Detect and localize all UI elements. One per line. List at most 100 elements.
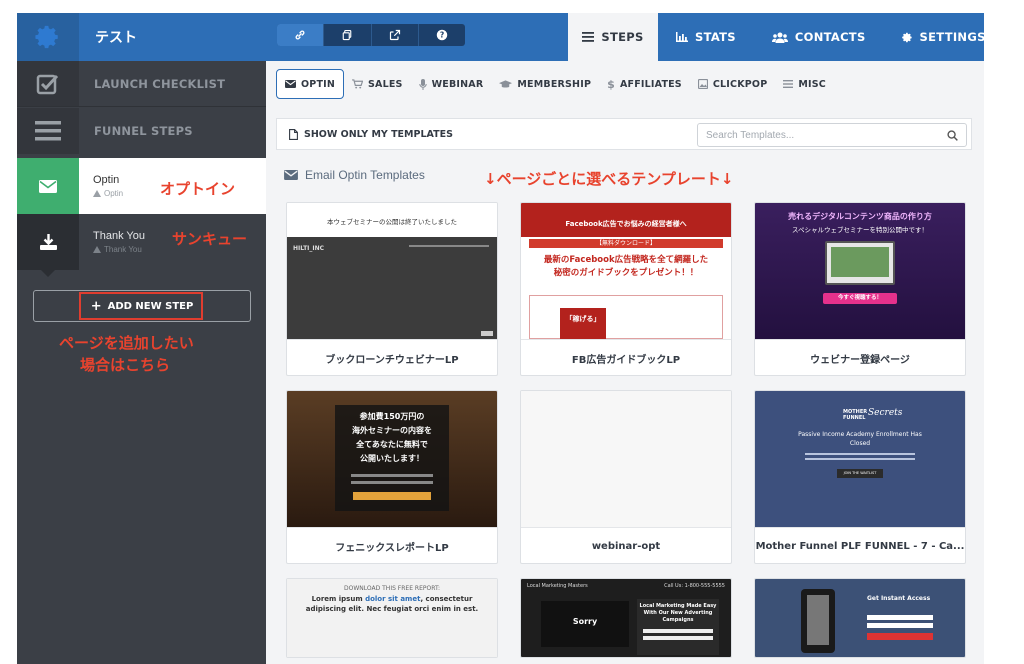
thumb-cta: JOIN THE WAITLIST xyxy=(837,469,883,478)
subtab-clickpop[interactable]: CLICKPOP xyxy=(690,69,776,99)
step-name: Optin xyxy=(93,174,120,186)
tab-stats-label: STATS xyxy=(695,30,736,44)
thumb-text: FUNNEL xyxy=(843,415,866,421)
thumb-text: 参加費150万円の xyxy=(359,412,425,421)
thumb-text: With Our New Adverting xyxy=(643,610,713,616)
thumb-text: スペシャルウェブセミナーを特別公開中です！ xyxy=(791,226,929,234)
thumb-line xyxy=(351,481,433,484)
thumb-text: Facebook広告でお悩みの経営者様へ xyxy=(565,220,687,228)
funnel-tools-group: ? xyxy=(277,24,465,46)
thumb-text: 最新のFacebook広告戦略を全て網羅した xyxy=(543,255,709,265)
microphone-icon xyxy=(418,78,427,90)
thumb-banner: Facebook広告でお悩みの経営者様へ xyxy=(521,203,731,237)
thumb-text: adipiscing elit. Nec feugiat orci enim i… xyxy=(305,605,479,613)
template-card[interactable]: Local Marketing Masters Call Us: 1-800-5… xyxy=(520,578,732,658)
thumb-text: DOWNLOAD THIS FREE REPORT: xyxy=(344,585,440,592)
link-button[interactable] xyxy=(277,24,325,46)
thumb-text: 全てあなたに無料で xyxy=(356,440,428,449)
search-icon[interactable] xyxy=(947,130,958,141)
thumb-line xyxy=(351,474,433,477)
sidebar-item-launch-checklist[interactable]: LAUNCH CHECKLIST xyxy=(17,61,266,107)
svg-text:?: ? xyxy=(440,31,444,40)
copy-button[interactable] xyxy=(324,24,372,46)
step-text: Thank You Thank You xyxy=(79,230,145,254)
subtab-label: SALES xyxy=(368,78,403,90)
step-icon-cell xyxy=(17,158,79,214)
thumb-video-area: HILTI_INC xyxy=(287,237,497,339)
subtab-affiliates[interactable]: $ AFFILIATES xyxy=(599,69,690,99)
template-card[interactable]: MOTHER FUNNEL Secrets Passive Income Aca… xyxy=(754,390,966,564)
show-only-my-templates-toggle[interactable]: SHOW ONLY MY TEMPLATES xyxy=(289,129,453,140)
annotation-optin: オプトイン xyxy=(160,180,236,198)
thumb-text: Campaigns xyxy=(662,617,694,623)
sidebar-item-label: LAUNCH CHECKLIST xyxy=(94,76,226,91)
sidebar-item-label: FUNNEL STEPS xyxy=(94,124,193,138)
sidebar-icon-cell xyxy=(17,61,79,106)
app-window: テスト ? STEPS STATS CONTACTS SETTINGS LAUN… xyxy=(17,13,984,664)
thumb-text: Lorem ipsum dolor sit amet, consectetur xyxy=(287,595,497,603)
search-box xyxy=(697,123,967,147)
template-card[interactable]: Get Instant Access xyxy=(754,578,966,658)
copy-icon xyxy=(343,29,352,41)
checkbox-icon xyxy=(36,74,59,94)
template-card[interactable]: 参加費150万円の 海外セミナーの内容を 全てあなたに無料で 公開いたします！ … xyxy=(286,390,498,564)
subtab-optin[interactable]: OPTIN xyxy=(276,69,345,99)
thumb-field xyxy=(643,636,713,640)
thumb-text: Lorem ipsum xyxy=(311,595,366,603)
template-card[interactable]: DOWNLOAD THIS FREE REPORT: Lorem ipsum d… xyxy=(286,578,498,658)
thumb-text: 売れるデジタルコンテンツ商品の作り方 xyxy=(788,212,932,221)
template-card[interactable]: webinar-opt xyxy=(520,390,732,564)
help-icon: ? xyxy=(436,29,448,41)
thumb-text: 【無料ダウンロード】 xyxy=(595,240,656,247)
template-card[interactable]: 本ウェブセミナーの公開は終了いたしました HILTI_INC ブックローンチウェ… xyxy=(286,202,498,376)
search-input[interactable] xyxy=(706,129,936,141)
sidebar-item-funnel-steps[interactable]: FUNNEL STEPS xyxy=(17,108,266,154)
download-icon xyxy=(39,234,57,250)
tab-settings[interactable]: SETTINGS xyxy=(884,13,984,61)
tab-stats[interactable]: STATS xyxy=(658,13,754,61)
thumb-text: 秘密のガイドブックをプレゼント！！ xyxy=(553,268,699,278)
tab-settings-label: SETTINGS xyxy=(919,30,984,44)
subtab-membership[interactable]: MEMBERSHIP xyxy=(491,69,599,99)
tab-steps-label: STEPS xyxy=(601,30,644,44)
template-thumbnail: 売れるデジタルコンテンツ商品の作り方 スペシャルウェブセミナーを特別公開中です！… xyxy=(755,203,965,339)
thumb-text: 今すぐ視聴する！ xyxy=(837,295,882,301)
annotation-highlight-box xyxy=(79,292,203,320)
subtab-label: AFFILIATES xyxy=(619,78,682,90)
step-connector-arrow xyxy=(41,270,55,277)
template-card-label: ウェビナー登録ページ xyxy=(755,339,965,375)
step-subtitle: Thank You xyxy=(93,245,145,254)
file-icon xyxy=(289,128,298,140)
template-thumbnail xyxy=(521,391,731,527)
section-title: Email Optin Templates xyxy=(284,168,425,182)
template-category-tabs: OPTIN SALES WEBINAR MEMBERSHIP $ AFFILIA… xyxy=(276,69,834,99)
funnel-title: テスト xyxy=(95,30,137,46)
template-thumbnail: MOTHER FUNNEL Secrets Passive Income Aca… xyxy=(755,391,965,527)
annotation-templates-note: ↓ページごとに選べるテンプレート↓ xyxy=(484,170,734,188)
subtab-sales[interactable]: SALES xyxy=(344,69,411,99)
thumb-text: , consectetur xyxy=(420,595,473,603)
subtab-misc[interactable]: MISC xyxy=(775,69,834,99)
help-button[interactable]: ? xyxy=(419,24,465,46)
template-thumbnail: Facebook広告でお悩みの経営者様へ 【無料ダウンロード】 最新のFaceb… xyxy=(521,203,731,339)
cart-icon xyxy=(352,79,364,89)
thumb-badge xyxy=(481,331,493,336)
template-card-label: フェニックスレポートLP xyxy=(287,527,497,563)
tab-contacts[interactable]: CONTACTS xyxy=(754,13,884,61)
template-card[interactable]: 売れるデジタルコンテンツ商品の作り方 スペシャルウェブセミナーを特別公開中です！… xyxy=(754,202,966,376)
template-card[interactable]: Facebook広告でお悩みの経営者様へ 【無料ダウンロード】 最新のFaceb… xyxy=(520,202,732,376)
step-sub-label: Optin xyxy=(104,189,124,198)
bar-chart-icon xyxy=(676,32,688,42)
tab-steps[interactable]: STEPS xyxy=(568,13,658,61)
annotation-thanks: サンキュー xyxy=(172,230,248,248)
open-external-button[interactable] xyxy=(372,24,419,46)
subtab-label: WEBINAR xyxy=(431,78,484,90)
template-card-label: FB広告ガイドブックLP xyxy=(521,339,731,375)
thumb-line xyxy=(805,458,915,460)
main-content: OPTIN SALES WEBINAR MEMBERSHIP $ AFFILIA… xyxy=(266,61,984,664)
subtab-webinar[interactable]: WEBINAR xyxy=(411,69,492,99)
settings-gear-button[interactable] xyxy=(17,13,79,61)
thumb-text: Secrets xyxy=(868,408,903,418)
menu-lines-icon xyxy=(582,32,595,42)
subtab-label: MISC xyxy=(798,78,826,90)
